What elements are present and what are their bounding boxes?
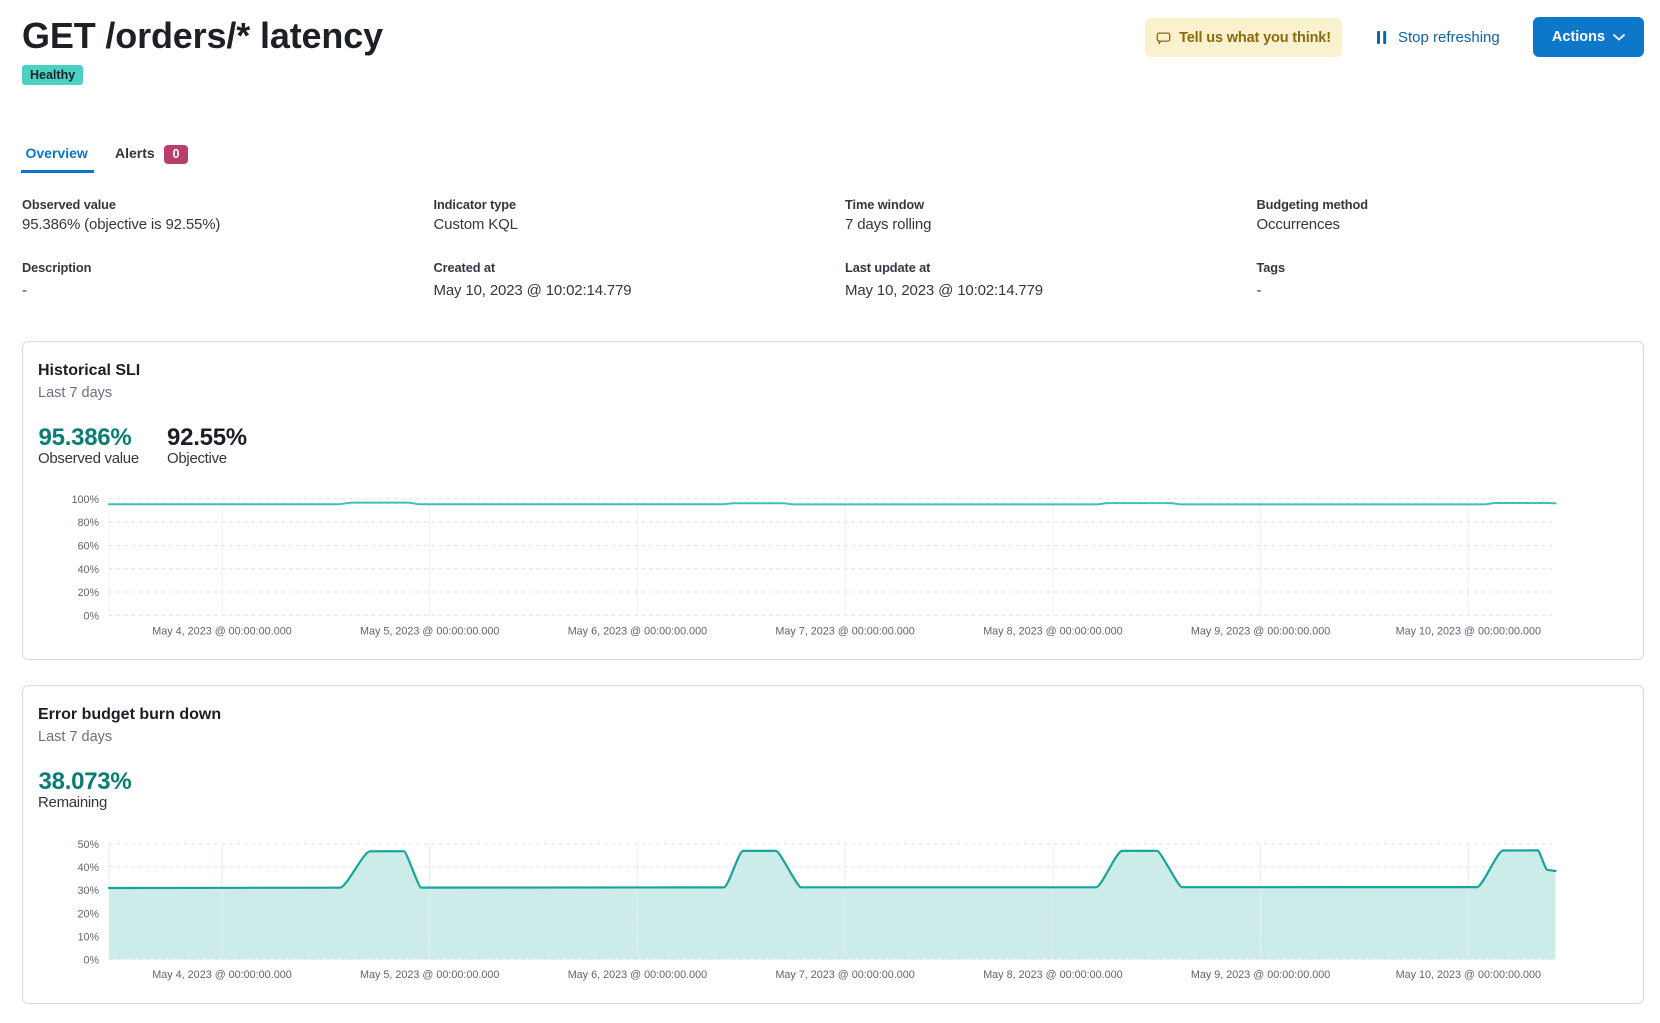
svg-text:10%: 10% xyxy=(78,932,100,944)
svg-text:May 4, 2023 @ 00:00:00.000: May 4, 2023 @ 00:00:00.000 xyxy=(152,626,291,638)
svg-text:May 9, 2023 @ 00:00:00.000: May 9, 2023 @ 00:00:00.000 xyxy=(1191,969,1330,981)
svg-text:40%: 40% xyxy=(78,564,100,576)
svg-text:50%: 50% xyxy=(78,839,100,851)
svg-text:May 9, 2023 @ 00:00:00.000: May 9, 2023 @ 00:00:00.000 xyxy=(1191,626,1330,638)
svg-text:May 6, 2023 @ 00:00:00.000: May 6, 2023 @ 00:00:00.000 xyxy=(568,626,707,638)
svg-text:May 10, 2023 @ 00:00:00.000: May 10, 2023 @ 00:00:00.000 xyxy=(1396,626,1541,638)
svg-text:0%: 0% xyxy=(84,611,100,623)
svg-text:100%: 100% xyxy=(72,494,100,506)
svg-text:20%: 20% xyxy=(78,587,100,599)
svg-text:May 4, 2023 @ 00:00:00.000: May 4, 2023 @ 00:00:00.000 xyxy=(152,969,291,981)
svg-text:20%: 20% xyxy=(78,908,100,920)
svg-text:May 7, 2023 @ 00:00:00.000: May 7, 2023 @ 00:00:00.000 xyxy=(775,969,914,981)
svg-text:May 8, 2023 @ 00:00:00.000: May 8, 2023 @ 00:00:00.000 xyxy=(983,626,1122,638)
svg-text:May 6, 2023 @ 00:00:00.000: May 6, 2023 @ 00:00:00.000 xyxy=(568,969,707,981)
svg-text:May 8, 2023 @ 00:00:00.000: May 8, 2023 @ 00:00:00.000 xyxy=(983,969,1122,981)
svg-text:May 5, 2023 @ 00:00:00.000: May 5, 2023 @ 00:00:00.000 xyxy=(360,969,499,981)
svg-text:May 10, 2023 @ 00:00:00.000: May 10, 2023 @ 00:00:00.000 xyxy=(1396,969,1541,981)
svg-text:May 5, 2023 @ 00:00:00.000: May 5, 2023 @ 00:00:00.000 xyxy=(360,626,499,638)
svg-text:30%: 30% xyxy=(78,885,100,897)
svg-text:80%: 80% xyxy=(78,517,100,529)
svg-text:May 7, 2023 @ 00:00:00.000: May 7, 2023 @ 00:00:00.000 xyxy=(775,626,914,638)
svg-text:0%: 0% xyxy=(84,955,100,967)
svg-text:40%: 40% xyxy=(78,862,100,874)
svg-text:60%: 60% xyxy=(78,541,100,553)
